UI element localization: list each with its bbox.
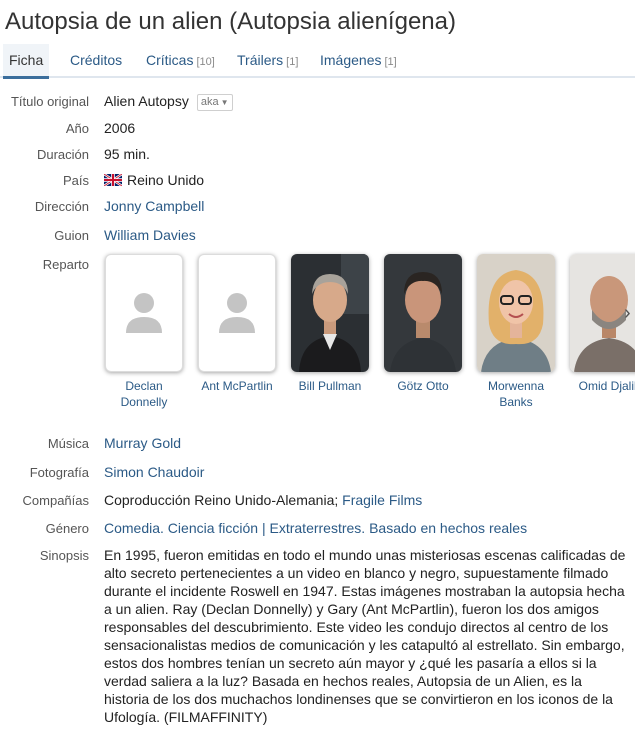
- cast-card[interactable]: Morwenna Banks: [477, 254, 555, 410]
- cast-name[interactable]: Ant McPartlin: [198, 378, 276, 394]
- cast-name[interactable]: Morwenna Banks: [477, 378, 555, 410]
- original-title-label: Título original: [10, 94, 89, 109]
- tab-label: Ficha: [9, 52, 44, 68]
- direction-label: Dirección: [34, 199, 89, 214]
- cast-photo: [384, 254, 462, 372]
- tab-trailers[interactable]: Tráilers [1]: [237, 52, 298, 68]
- synopsis-text: En 1995, fueron emitidas en todo el mund…: [104, 547, 626, 725]
- page-title: Autopsia de un alien (Autopsia alienígen…: [5, 8, 456, 35]
- tab-count: [1]: [384, 56, 397, 68]
- music-label: Música: [47, 436, 89, 451]
- cast-label: Reparto: [42, 257, 89, 272]
- companies-label: Compañías: [22, 493, 89, 508]
- genre-value: Comedia. Ciencia ficción | Extraterrestr…: [104, 520, 527, 536]
- company-link[interactable]: Fragile Films: [342, 492, 422, 508]
- tab-label: Tráilers: [237, 52, 284, 68]
- country-value: Reino Unido: [104, 172, 204, 188]
- year-value: 2006: [104, 120, 136, 136]
- cast-card[interactable]: Declan Donnelly: [105, 254, 183, 410]
- tab-creditos[interactable]: Créditos: [70, 52, 122, 68]
- tab-label: Imágenes: [320, 52, 382, 68]
- caret-down-icon: ▼: [220, 98, 229, 107]
- tab-count: [10]: [196, 56, 215, 68]
- cast-name[interactable]: Declan Donnelly: [105, 378, 183, 410]
- country-text: Reino Unido: [127, 172, 205, 188]
- cast-name[interactable]: Götz Otto: [384, 378, 462, 394]
- genre-link[interactable]: Comedia. Ciencia ficción: [104, 520, 258, 536]
- tab-count: [1]: [286, 56, 299, 68]
- script-label: Guion: [54, 228, 89, 243]
- portrait-photo: [291, 254, 369, 372]
- companies-text: Coproducción Reino Unido-Alemania;: [104, 492, 339, 508]
- cinematographer-link[interactable]: Simon Chaudoir: [104, 464, 204, 480]
- person-placeholder-icon: [126, 293, 162, 333]
- topic-link[interactable]: Extraterrestres. Basado en hechos reales: [270, 520, 528, 536]
- cast-name[interactable]: Bill Pullman: [291, 378, 369, 394]
- tab-imagenes[interactable]: Imágenes [1]: [320, 52, 397, 68]
- duration-value: 95 min.: [104, 146, 150, 162]
- cast-card[interactable]: Ant McPartlin: [198, 254, 276, 394]
- tab-ficha[interactable]: Ficha: [3, 44, 50, 79]
- synopsis-label: Sinopsis: [39, 548, 89, 563]
- cast-photo-placeholder: [105, 254, 183, 372]
- duration-label: Duración: [36, 147, 89, 162]
- person-placeholder-icon: [219, 293, 255, 333]
- uk-flag-icon: [104, 174, 122, 186]
- cast-photo-placeholder: [198, 254, 276, 372]
- portrait-photo: [477, 254, 555, 372]
- writer-link[interactable]: William Davies: [104, 227, 196, 243]
- genre-label: Género: [45, 521, 89, 536]
- companies-value: Coproducción Reino Unido-Alemania; Fragi…: [104, 492, 422, 508]
- tab-bar: Ficha Créditos Críticas [10] Tráilers [1] …: [0, 44, 635, 79]
- genre-separator: |: [261, 520, 266, 536]
- cast-photo: [477, 254, 555, 372]
- cast-name[interactable]: Omid Djalili: [570, 378, 635, 394]
- original-title-value: Alien Autopsy aka ▼: [104, 93, 233, 111]
- cast-photo: [291, 254, 369, 372]
- director-link[interactable]: Jonny Campbell: [104, 198, 204, 214]
- aka-dropdown[interactable]: aka ▼: [196, 94, 233, 111]
- tab-label: Críticas: [146, 52, 194, 68]
- tab-criticas[interactable]: Críticas [10]: [146, 52, 215, 68]
- tab-label: Créditos: [70, 52, 123, 68]
- portrait-photo: [384, 254, 462, 372]
- year-label: Año: [65, 121, 89, 136]
- photography-label: Fotografía: [29, 465, 89, 480]
- country-label: País: [62, 173, 89, 188]
- composer-link[interactable]: Murray Gold: [104, 435, 181, 451]
- cast-card[interactable]: Bill Pullman: [291, 254, 369, 394]
- cast-card[interactable]: Götz Otto: [384, 254, 462, 394]
- original-title-text: Alien Autopsy: [104, 93, 189, 109]
- chevron-right-icon[interactable]: ›: [624, 302, 631, 325]
- aka-label: aka: [200, 96, 219, 108]
